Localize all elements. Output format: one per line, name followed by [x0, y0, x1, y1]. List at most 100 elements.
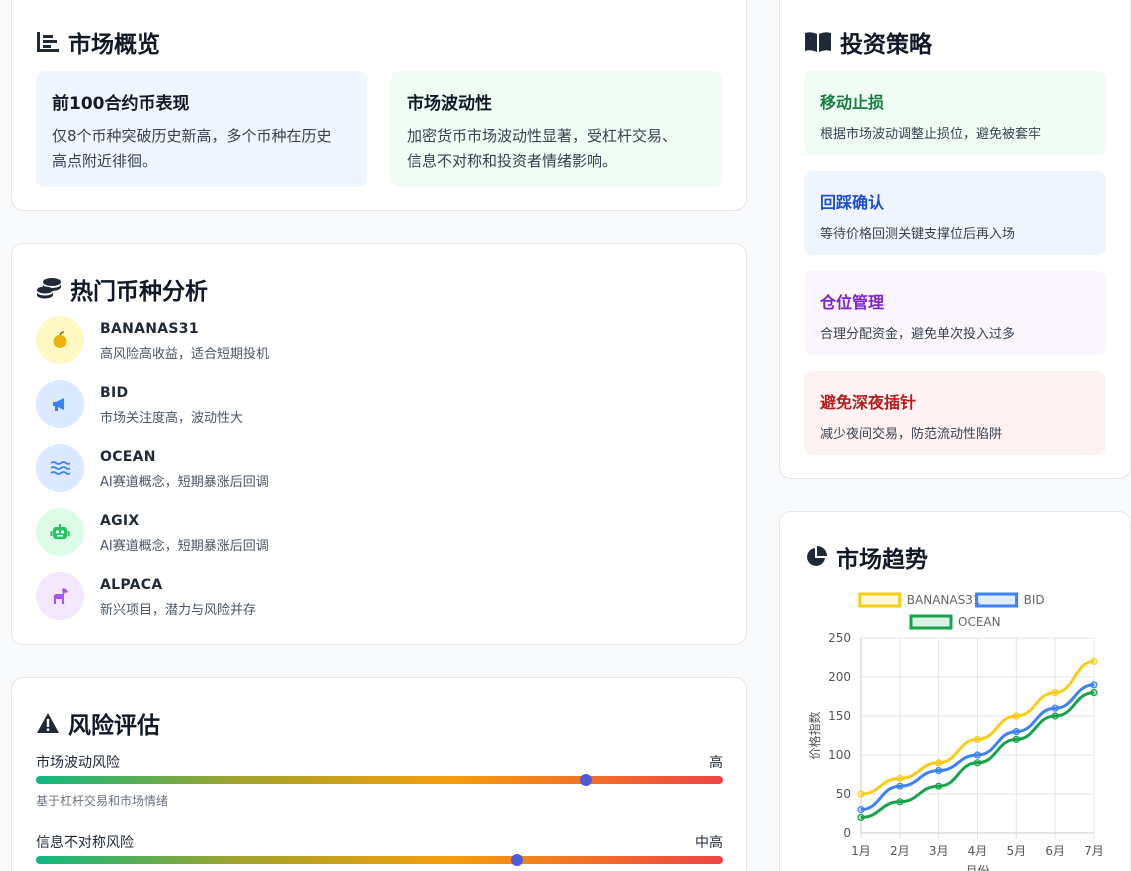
risk-label: 市场波动风险	[36, 755, 120, 771]
hot-coins-card: 热门币种分析 BANANAS31 高风险高收益，适合短期投机 BID 市场关注度…	[11, 243, 747, 645]
pie-chart-icon	[804, 545, 828, 569]
top100-text-line2: 高点附近徘徊。	[52, 152, 158, 170]
risk-title-text: 风险评估	[68, 713, 160, 739]
y-tick-label: 100	[828, 748, 851, 762]
legend-label: BID	[1024, 593, 1045, 607]
apple-icon	[36, 316, 84, 364]
x-axis-title: 月份	[965, 864, 989, 871]
trend-line-chart: BANANAS31 BID OCEAN 0 50 100 150 200 250 1月 2月 3月 4月…	[807, 592, 1104, 871]
hot-coins-title-text: 热门币种分析	[70, 279, 208, 305]
strategy-item-desc: 减少夜间交易，防范流动性陷阱	[820, 427, 1003, 442]
x-tick-label: 1月	[851, 844, 871, 858]
strategy-item-desc: 根据市场波动调整止损位，避免被套牢	[820, 127, 1042, 142]
coin-desc: 市场关注度高，波动性大	[100, 411, 244, 426]
megaphone-icon	[36, 380, 84, 428]
legend-swatch	[858, 592, 902, 608]
y-tick-label: 250	[828, 631, 851, 645]
coin-item-bananas31[interactable]: BANANAS31 高风险高收益，适合短期投机	[36, 316, 716, 364]
coins-icon	[36, 277, 62, 301]
series-point	[896, 782, 904, 790]
risk-marker	[579, 774, 592, 786]
water-icon	[36, 444, 84, 492]
risk-gradient-bar	[36, 776, 723, 784]
trend-title-text: 市场趋势	[836, 547, 928, 573]
coin-name: ALPACA	[100, 577, 163, 593]
coin-item-ocean[interactable]: OCEAN AI赛道概念，短期暴涨后回调	[36, 444, 716, 492]
x-tick-label: 3月	[929, 844, 949, 858]
y-tick-label: 200	[828, 670, 851, 684]
coin-name: BID	[100, 385, 129, 401]
series-point	[1012, 735, 1020, 743]
series-point	[1090, 657, 1098, 666]
strategy-item-position: 仓位管理 合理分配资金，避免单次投入过多	[804, 271, 1106, 355]
strategy-item-title: 仓位管理	[820, 293, 885, 312]
series-point	[935, 767, 943, 775]
coin-desc: 高风险高收益，适合短期投机	[100, 347, 270, 362]
series-point	[935, 782, 943, 790]
series-point	[1090, 681, 1098, 689]
series-point	[1051, 688, 1059, 697]
risk-title: 风险评估	[36, 706, 160, 740]
risk-gradient-bar	[36, 856, 723, 864]
x-tick-label: 6月	[1045, 844, 1065, 858]
market-overview-title: 市场概览	[36, 25, 160, 59]
x-tick-label: 7月	[1084, 844, 1104, 858]
series-point	[935, 759, 943, 767]
warning-icon	[36, 712, 60, 734]
series-point	[1090, 688, 1098, 697]
risk-note: 基于杠杆交易和市场情绪	[36, 794, 169, 808]
strategy-card: 投资策略 移动止损 根据市场波动调整止损位，避免被套牢 回踩确认 等待价格回测关…	[779, 0, 1131, 479]
x-tick-label: 5月	[1007, 844, 1027, 858]
series-point	[857, 806, 865, 814]
risk-level: 中高	[695, 835, 723, 851]
y-axis-title: 价格指数	[807, 711, 822, 759]
hot-coins-title: 热门币种分析	[36, 272, 208, 306]
x-tick-label: 4月	[968, 844, 988, 858]
coin-name: AGIX	[100, 513, 140, 529]
risk-assessment-card: 风险评估 市场波动风险 高 基于杠杆交易和市场情绪 信息不对称风险 中高	[11, 677, 747, 871]
coin-name: OCEAN	[100, 449, 156, 465]
volatility-title: 市场波动性	[407, 94, 492, 114]
series-point	[896, 798, 904, 806]
x-tick-label: 2月	[890, 844, 910, 858]
top100-card: 前100合约币表现 仅8个币种突破历史新高，多个币种在历史 高点附近徘徊。	[36, 71, 367, 187]
volatility-card: 市场波动性 加密货币市场波动性显著，受杠杆交易、 信息不对称和投资者情绪影响。	[391, 71, 722, 187]
horse-icon	[36, 572, 84, 620]
book-icon	[804, 31, 832, 53]
trend-title: 市场趋势	[804, 540, 928, 574]
series-point	[973, 735, 982, 743]
strategy-item-title: 移动止损	[820, 93, 885, 112]
risk-marker	[510, 854, 523, 866]
strategy-item-pullback: 回踩确认 等待价格回测关键支撑位后再入场	[804, 171, 1106, 255]
market-overview-title-text: 市场概览	[68, 32, 160, 58]
strategy-title-text: 投资策略	[840, 32, 932, 58]
coin-desc: AI赛道概念，短期暴涨后回调	[100, 475, 269, 490]
volatility-text-line2: 信息不对称和投资者情绪影响。	[407, 152, 618, 170]
coin-item-agix[interactable]: AGIX AI赛道概念，短期暴涨后回调	[36, 508, 716, 556]
coin-name: BANANAS31	[100, 321, 199, 337]
legend-swatch	[975, 592, 1019, 608]
strategy-item-title: 避免深夜插针	[820, 393, 917, 412]
coin-item-alpaca[interactable]: ALPACA 新兴项目，潜力与风险并存	[36, 572, 716, 620]
strategy-item-trailing-stop: 移动止损 根据市场波动调整止损位，避免被套牢	[804, 71, 1106, 155]
y-tick-label: 50	[836, 787, 851, 801]
series-point	[1012, 728, 1020, 736]
series-point	[973, 751, 982, 759]
series-point	[973, 759, 982, 767]
risk-label: 信息不对称风险	[36, 835, 134, 851]
market-overview-card: 市场概览 前100合约币表现 仅8个币种突破历史新高，多个币种在历史 高点附近徘…	[11, 0, 747, 211]
coin-item-bid[interactable]: BID 市场关注度高，波动性大	[36, 380, 716, 428]
series-point	[896, 774, 904, 782]
strategy-item-title: 回踩确认	[820, 193, 885, 212]
volatility-text-line1: 加密货币市场波动性显著，受杠杆交易、	[407, 127, 678, 145]
legend-label: OCEAN	[958, 615, 1001, 629]
top100-text-line1: 仅8个币种突破历史新高，多个币种在历史	[52, 127, 332, 145]
risk-row-volatility: 市场波动风险 高 基于杠杆交易和市场情绪	[36, 752, 723, 812]
y-tick-label: 150	[828, 709, 851, 723]
coin-desc: AI赛道概念，短期暴涨后回调	[100, 539, 269, 554]
risk-level: 高	[709, 755, 723, 771]
series-point	[1051, 712, 1059, 720]
strategy-item-desc: 等待价格回测关键支撑位后再入场	[820, 227, 1016, 242]
top100-title: 前100合约币表现	[52, 94, 190, 114]
strategy-item-desc: 合理分配资金，避免单次投入过多	[820, 327, 1016, 342]
